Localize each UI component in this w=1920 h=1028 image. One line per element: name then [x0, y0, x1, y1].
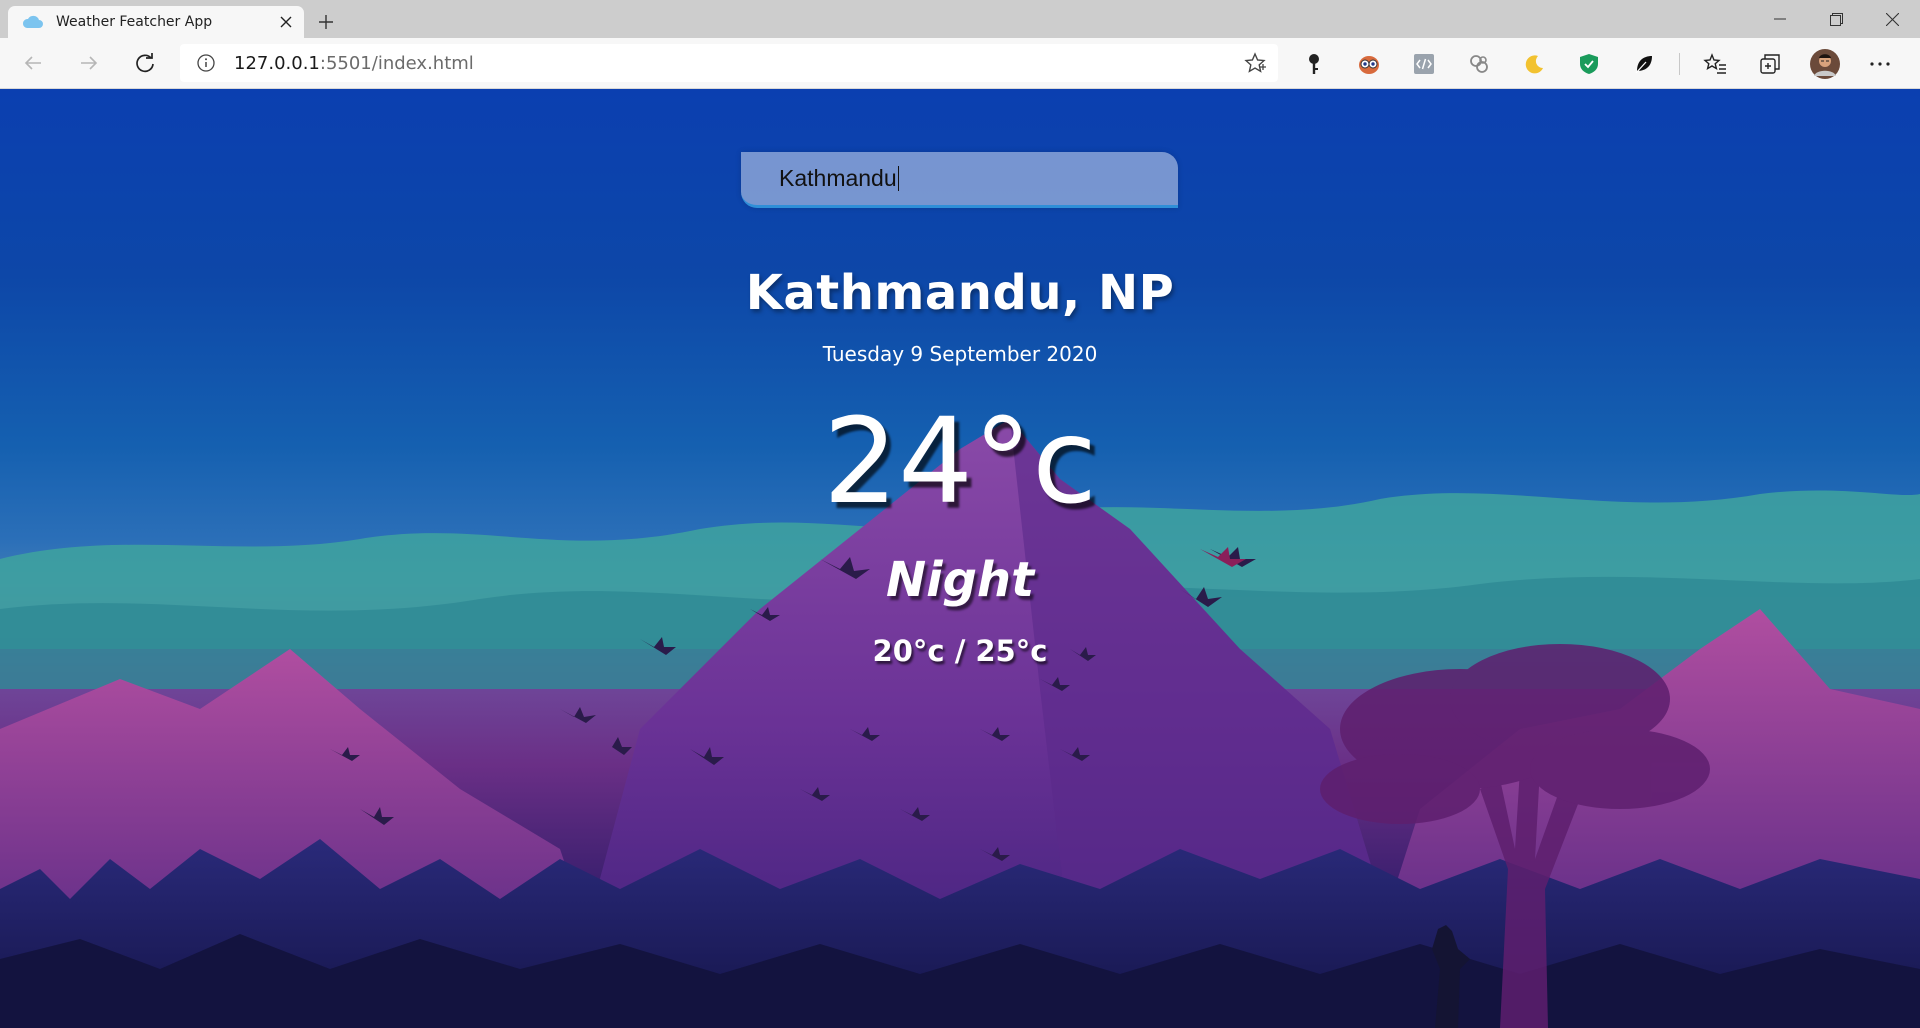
text-cursor [897, 166, 899, 191]
weather-condition: Night [885, 552, 1035, 608]
reload-icon[interactable] [123, 43, 167, 83]
info-icon[interactable] [196, 53, 216, 73]
plus-icon[interactable] [308, 6, 344, 38]
key-icon[interactable] [1294, 44, 1334, 84]
moon-icon[interactable] [1514, 44, 1554, 84]
collections-icon[interactable] [1750, 44, 1790, 84]
owl-icon[interactable] [1349, 44, 1389, 84]
url-text: 127.0.0.1:5501/index.html [234, 52, 474, 74]
browser-toolbar: 127.0.0.1:5501/index.html [0, 38, 1920, 89]
back-arrow-icon[interactable] [11, 43, 55, 83]
leaf-icon[interactable] [1624, 44, 1664, 84]
current-temperature: 24°c [822, 392, 1098, 530]
more-icon[interactable] [1860, 44, 1900, 84]
close-icon[interactable] [268, 6, 304, 38]
address-bar[interactable]: 127.0.0.1:5501/index.html [180, 44, 1278, 82]
window-close-icon[interactable] [1864, 0, 1920, 38]
search-input[interactable]: Kathmandu [741, 152, 1178, 208]
avatar[interactable] [1805, 44, 1845, 84]
restore-icon[interactable] [1808, 0, 1864, 38]
toolbar-divider [1679, 52, 1680, 75]
title-bar: Weather Featcher App [0, 0, 1920, 38]
minimize-icon[interactable] [1752, 0, 1808, 38]
extensions-area [1294, 38, 1915, 89]
location-title: Kathmandu, NP [745, 265, 1175, 321]
browser-tab[interactable]: Weather Featcher App [8, 6, 304, 38]
forward-arrow-icon[interactable] [67, 43, 111, 83]
code-icon[interactable] [1404, 44, 1444, 84]
link-icon[interactable] [1459, 44, 1499, 84]
favorites-icon[interactable] [1695, 44, 1735, 84]
tab-title: Weather Featcher App [56, 14, 213, 30]
cloud-icon [22, 15, 43, 28]
weather-page: Kathmandu Kathmandu, NP Tuesday 9 Septem… [0, 89, 1920, 1028]
star-icon[interactable] [1244, 52, 1266, 74]
shield-icon[interactable] [1569, 44, 1609, 84]
window-controls [1752, 0, 1920, 38]
current-date: Tuesday 9 September 2020 [822, 342, 1098, 366]
search-input-value: Kathmandu [779, 165, 897, 191]
hi-low-temperature: 20°c / 25°c [872, 634, 1048, 668]
